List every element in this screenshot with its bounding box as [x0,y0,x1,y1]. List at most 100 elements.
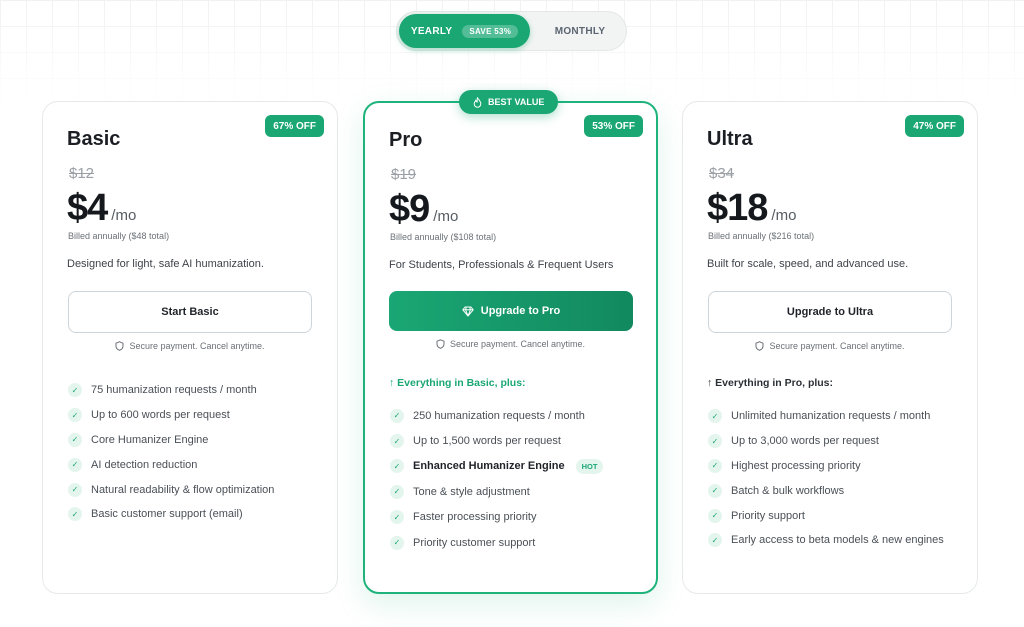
shield-icon [115,341,124,351]
feature-text: Enhanced Humanizer Engine [413,460,565,473]
feature-item: ✓ Up to 600 words per request [68,403,274,428]
plan-description: For Students, Professionals & Frequent U… [389,259,614,271]
feature-text: Unlimited humanization requests / month [731,410,931,423]
feature-item: ✓ AI detection reduction [68,452,274,477]
plan-description: Designed for light, safe AI humanization… [67,258,264,270]
feature-list: ✓ Unlimited humanization requests / month… [708,404,944,553]
discount-badge: 47% OFF [905,115,964,137]
price: $18 [707,187,768,229]
plan-name: Ultra [707,128,753,150]
feature-text: Natural readability & flow optimization [91,483,275,496]
secure-text: Secure payment. Cancel anytime. [129,341,265,351]
feature-item: ✓ Batch & bulk workflows [708,478,944,503]
price-period: /mo [111,207,137,224]
discount-badge: 67% OFF [265,115,324,137]
includes-text: Everything in Basic, plus: [397,377,526,389]
check-icon: ✓ [708,458,722,473]
flame-icon [473,96,482,108]
secure-note: Secure payment. Cancel anytime. [365,339,656,349]
check-icon: ✓ [68,383,82,398]
upgrade-ultra-button[interactable]: Upgrade to Ultra [708,291,952,333]
price-period: /mo [771,207,797,224]
yearly-label: YEARLY [410,25,453,37]
check-icon: ✓ [390,510,404,525]
check-icon: ✓ [708,434,722,449]
diamond-icon [462,306,474,316]
feature-list: ✓ 75 humanization requests / month ✓ Up to… [68,378,274,527]
feature-item: ✓ Highest processing priority [708,454,944,479]
plan-name: Pro [389,129,423,151]
old-price: $19 [391,166,417,183]
billed-note: Billed annually ($48 total) [68,231,170,241]
feature-text: Priority customer support [413,536,536,549]
feature-text: Basic customer support (email) [91,508,243,521]
includes-text: Everything in Pro, plus: [715,377,834,389]
feature-item: ✓ Up to 1,500 words per request [390,428,603,453]
check-icon: ✓ [708,483,722,498]
feature-item: ✓ Up to 3,000 words per request [708,429,944,454]
plan-card-basic: 67% OFF Basic $12 $4 /mo Billed annually… [42,101,338,594]
feature-item: ✓ Priority support [708,503,944,528]
feature-item: ✓ Tone & style adjustment [390,479,603,504]
feature-item: ✓ Core Humanizer Engine [68,428,274,453]
feature-item: ✓ 250 humanization requests / month [390,403,603,428]
shield-icon [436,339,445,349]
billing-toggle[interactable]: YEARLY SAVE 53% MONTHLY [396,11,627,51]
billed-note: Billed annually ($108 total) [390,232,497,242]
check-icon: ✓ [390,459,404,474]
secure-text: Secure payment. Cancel anytime. [769,341,905,351]
plan-card-pro: BEST VALUE 53% OFF Pro $19 $9 /mo Billed… [363,90,658,594]
button-label: Upgrade to Pro [480,305,561,317]
feature-text: Tone & style adjustment [413,485,530,498]
feature-text: Core Humanizer Engine [91,433,209,446]
check-icon: ✓ [708,409,722,424]
plan-card-ultra: 47% OFF Ultra $34 $18 /mo Billed annuall… [682,101,978,594]
price-row: $18 /mo [707,187,796,230]
price: $9 [389,188,430,230]
feature-item: ✓ Basic customer support (email) [68,502,274,527]
best-value-badge: BEST VALUE [459,90,559,114]
check-icon: ✓ [68,457,82,472]
feature-text: AI detection reduction [91,458,198,471]
check-icon: ✓ [68,507,82,522]
yearly-option[interactable]: YEARLY SAVE 53% [399,14,530,48]
save-badge: SAVE 53% [462,24,519,38]
feature-text: Batch & bulk workflows [731,484,845,497]
feature-text: Up to 600 words per request [91,409,230,422]
plan-description: Built for scale, speed, and advanced use… [707,258,909,270]
shield-icon [755,341,764,351]
feature-item: ✓ Early access to beta models & new engin… [708,528,944,553]
button-label: Upgrade to Ultra [786,306,874,318]
feature-text: Up to 1,500 words per request [413,435,561,448]
check-icon: ✓ [390,535,404,550]
price-period: /mo [433,208,459,225]
secure-note: Secure payment. Cancel anytime. [683,341,977,351]
check-icon: ✓ [390,434,404,449]
includes-heading: ↑ Everything in Basic, plus: [389,377,526,389]
feature-text: 75 humanization requests / month [91,384,257,397]
check-icon: ✓ [708,533,722,548]
includes-heading: ↑ Everything in Pro, plus: [707,377,834,389]
price-row: $9 /mo [389,188,458,231]
button-label: Start Basic [161,306,219,318]
monthly-option[interactable]: MONTHLY [547,12,613,50]
feature-item: ✓ Priority customer support [390,530,603,555]
feature-text: Priority support [731,509,805,522]
start-basic-button[interactable]: Start Basic [68,291,312,333]
feature-item: ✓ Natural readability & flow optimization [68,477,274,502]
check-icon: ✓ [68,482,82,497]
billed-note: Billed annually ($216 total) [708,231,815,241]
upgrade-pro-button[interactable]: Upgrade to Pro [389,291,633,331]
discount-badge: 53% OFF [584,115,643,137]
best-value-label: BEST VALUE [488,97,545,107]
check-icon: ✓ [68,432,82,447]
secure-note: Secure payment. Cancel anytime. [43,341,337,351]
price: $4 [67,187,108,229]
feature-text: Up to 3,000 words per request [731,435,879,448]
price-row: $4 /mo [67,187,136,230]
feature-item: ✓ Unlimited humanization requests / month [708,404,944,429]
feature-item: ✓ 75 humanization requests / month [68,378,274,403]
check-icon: ✓ [68,408,82,423]
plan-name: Basic [67,128,121,150]
check-icon: ✓ [390,408,404,423]
